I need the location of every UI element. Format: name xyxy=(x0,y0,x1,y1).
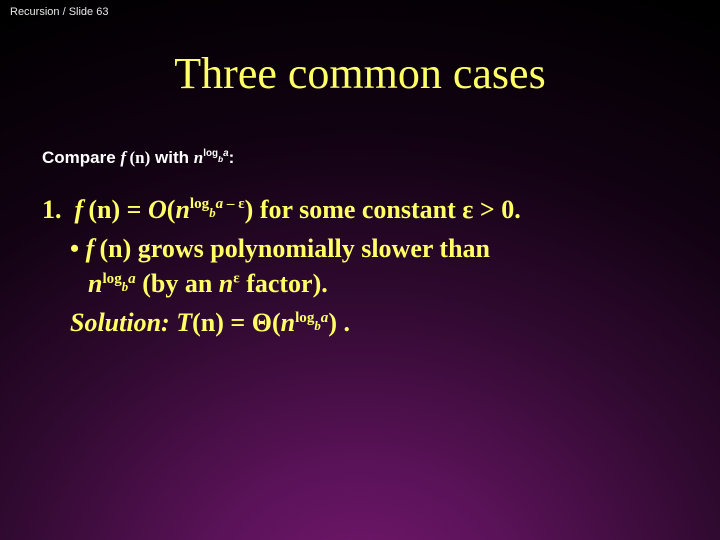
compare-prefix: Compare xyxy=(42,148,120,167)
bullet-paren-n: (n) xyxy=(99,234,131,263)
header-text: Recursion / Slide 63 xyxy=(10,6,108,18)
solution-T: T xyxy=(176,308,192,337)
compare-line: Compare f (n) with nlogba: xyxy=(42,148,234,168)
case-1-b: b xyxy=(209,206,215,220)
compare-log: log xyxy=(203,148,218,159)
bullet-b: b xyxy=(122,280,128,294)
solution-log: log xyxy=(295,310,314,326)
bullet-a: a xyxy=(128,271,136,287)
solution-label: Solution: xyxy=(70,308,170,337)
case-1-log: log xyxy=(190,196,209,212)
case-1-eps2: ε xyxy=(462,195,473,224)
compare-with: with xyxy=(150,148,193,167)
solution-close: ) xyxy=(328,308,337,337)
solution-paren-n: (n) xyxy=(192,308,224,337)
case-1-O: O xyxy=(148,195,167,224)
bullet-n2: n xyxy=(219,269,233,298)
bullet-txt1: grows polynomially slower than xyxy=(131,234,490,263)
solution-eq: = xyxy=(224,308,252,337)
case-1-logexp: logba – ε xyxy=(190,196,245,212)
compare-b: b xyxy=(218,154,223,164)
compare-n: n xyxy=(194,148,203,167)
compare-colon: : xyxy=(229,148,235,167)
case-1-paren-n: (n) xyxy=(88,195,120,224)
case-1-tail: for some constant xyxy=(253,195,462,224)
case-1-gt0: > 0. xyxy=(473,195,520,224)
slide-title: Three common cases xyxy=(0,48,720,99)
case-1-a: a xyxy=(216,196,224,212)
bullet-f: f xyxy=(86,234,100,263)
solution-dot: . xyxy=(337,308,350,337)
case-1-f: f xyxy=(75,195,89,224)
solution-theta: Θ xyxy=(252,308,272,337)
bullet-logexp: logba xyxy=(102,271,135,287)
compare-f: f xyxy=(120,148,129,167)
solution-b: b xyxy=(314,319,320,333)
compare-fn-paren: (n) xyxy=(130,148,151,167)
case-1-eq: = xyxy=(120,195,148,224)
solution-logexp: logba xyxy=(295,310,328,326)
compare-logexp: logba xyxy=(203,148,228,159)
slide-container: Recursion / Slide 63 Three common cases … xyxy=(0,0,720,540)
bullet-log: log xyxy=(102,271,121,287)
case-1-line: 1. f (n) = O(nlogba – ε) for some consta… xyxy=(42,192,682,227)
case-1-n: n xyxy=(175,195,189,224)
bullet-txt3: factor). xyxy=(240,269,328,298)
slide-header: Recursion / Slide 63 xyxy=(10,6,108,18)
bullet-line-1: • f (n) grows polynomially slower than xyxy=(42,231,682,266)
bullet-n: n xyxy=(88,269,102,298)
bullet-line-2: nlogba (by an nε factor). xyxy=(42,266,682,301)
solution-line: Solution: T(n) = Θ(nlogba) . xyxy=(42,305,682,340)
slide-body: 1. f (n) = O(nlogba – ε) for some consta… xyxy=(42,192,682,340)
case-1-minus: – xyxy=(223,196,238,212)
bullet-dot: • xyxy=(70,234,86,263)
solution-open: ( xyxy=(272,308,281,337)
case-1-number: 1. xyxy=(42,195,62,224)
solution-n: n xyxy=(281,308,295,337)
bullet-txt2: (by an xyxy=(136,269,219,298)
